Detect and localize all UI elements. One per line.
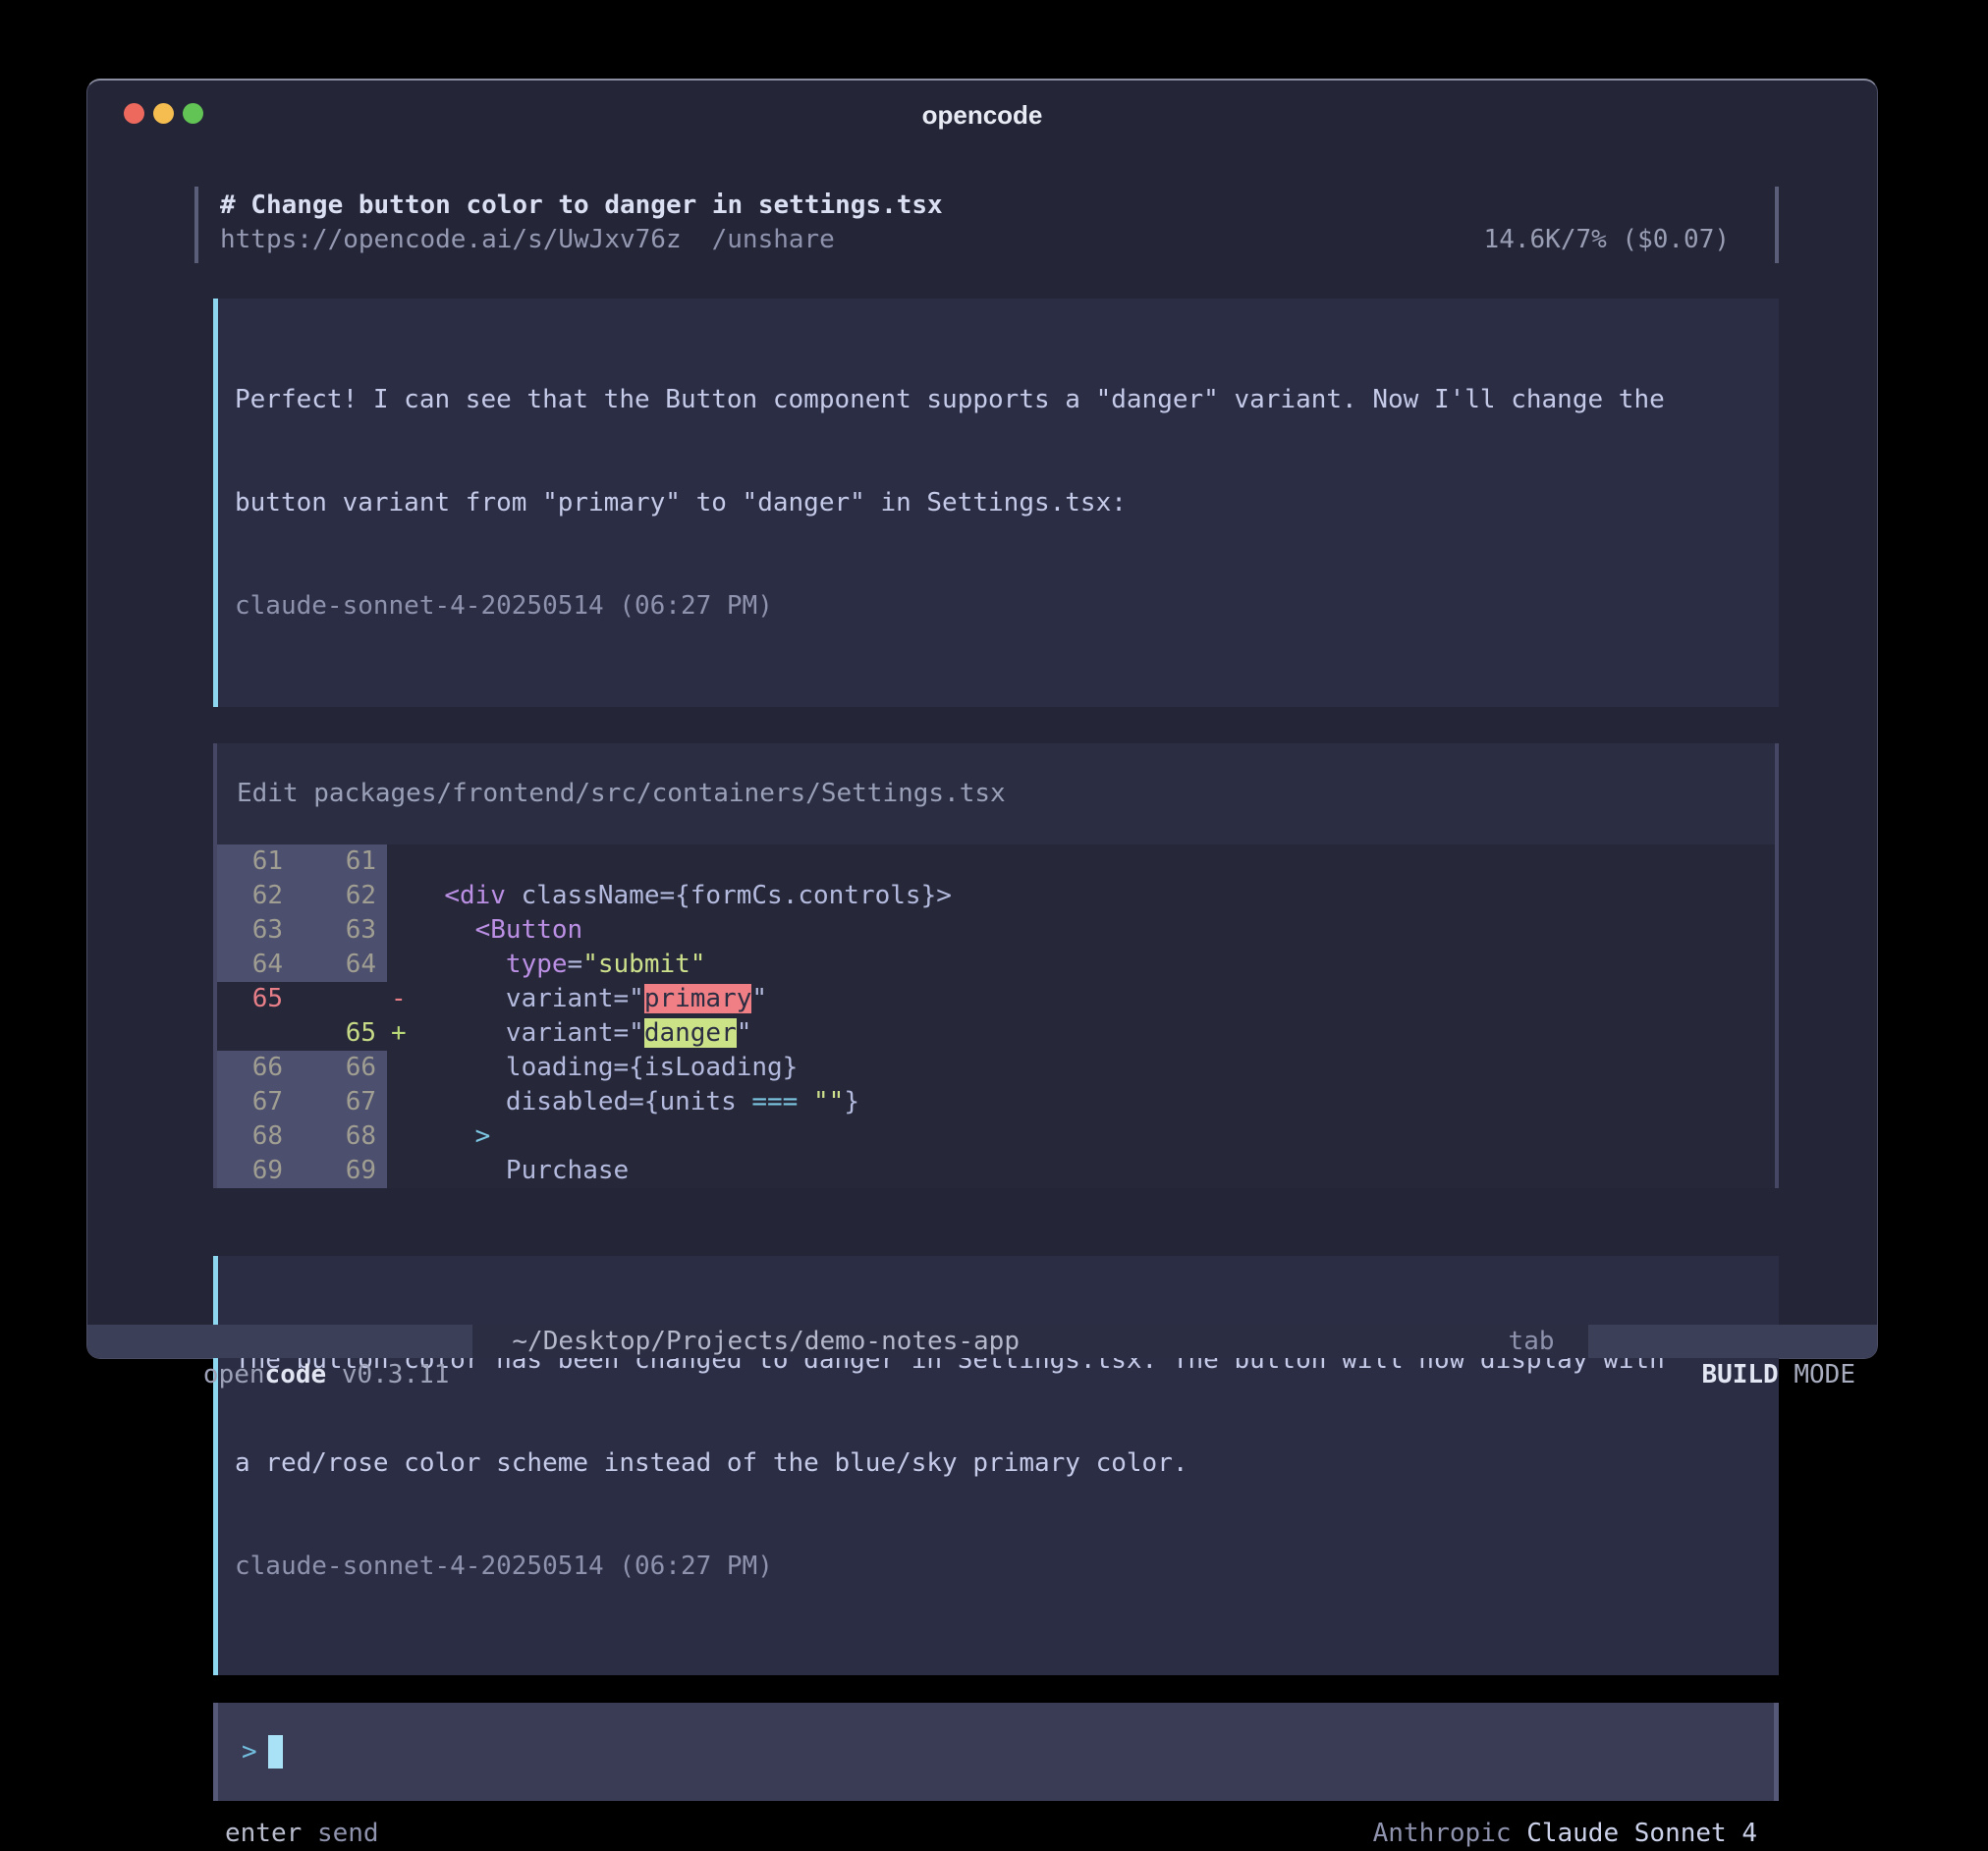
prompt-chevron-icon: >: [242, 1737, 257, 1767]
edit-tool-header: Edit packages/frontend/src/containers/Se…: [217, 743, 1775, 844]
diff-row: 6363 <Button: [217, 913, 1775, 948]
assistant-message: Perfect! I can see that the Button compo…: [213, 299, 1779, 707]
diff-change-marker: [387, 1085, 414, 1119]
diff-old-line-number: [217, 1016, 294, 1051]
diff-row: 6262 <div className={formCs.controls}>: [217, 879, 1775, 913]
opencode-terminal-window: opencode # Change button color to danger…: [86, 79, 1878, 1359]
diff-change-marker: [387, 913, 414, 948]
model-name: Claude Sonnet 4: [1526, 1817, 1757, 1851]
keybind-hints: enter send Anthropic Claude Sonnet 4: [194, 1817, 1779, 1851]
diff-new-line-number: 64: [294, 948, 387, 982]
diff-new-line-number: 67: [294, 1085, 387, 1119]
diff-old-line-number: 64: [217, 948, 294, 982]
token-usage-cost: 14.6K/7% ($0.07): [1484, 223, 1730, 257]
diff-row: 6161: [217, 844, 1775, 879]
diff-row: 6767 disabled={units === ""}: [217, 1085, 1775, 1119]
diff-change-marker: -: [387, 982, 414, 1016]
diff-code-line: variant="danger": [414, 1016, 1775, 1051]
message-line: Perfect! I can see that the Button compo…: [235, 383, 1759, 417]
diff-new-line-number: 65: [294, 1016, 387, 1051]
diff-new-line-number: 69: [294, 1154, 387, 1188]
diff-new-line-number: 68: [294, 1119, 387, 1154]
diff-old-line-number: 67: [217, 1085, 294, 1119]
diff-old-line-number: 62: [217, 879, 294, 913]
diff-row: 65+ variant="danger": [217, 1016, 1775, 1051]
diff-row: 6666 loading={isLoading}: [217, 1051, 1775, 1085]
diff-row: 65 - variant="primary": [217, 982, 1775, 1016]
diff-old-line-number: 68: [217, 1119, 294, 1154]
diff-row: 6868 >: [217, 1119, 1775, 1154]
edit-tool-block: Edit packages/frontend/src/containers/Se…: [213, 743, 1779, 1188]
app-name-code: code: [265, 1360, 327, 1389]
text-cursor: [268, 1735, 283, 1769]
provider-label: Anthropic: [1373, 1817, 1512, 1851]
mode-label: MODE: [1779, 1360, 1855, 1389]
diff-new-line-number: 61: [294, 844, 387, 879]
diff-code-line: [414, 844, 1775, 879]
message-line: a red/rose color scheme instead of the b…: [235, 1446, 1759, 1481]
prompt-input[interactable]: >: [213, 1703, 1779, 1801]
message-model-timestamp: claude-sonnet-4-20250514 (06:27 PM): [235, 1550, 1759, 1584]
enter-key-hint: enter: [225, 1817, 302, 1851]
message-line: button variant from "primary" to "danger…: [235, 486, 1759, 520]
diff-code-line: Purchase: [414, 1154, 1775, 1188]
unshare-command[interactable]: /unshare: [712, 223, 835, 257]
mode-value: BUILD: [1701, 1360, 1778, 1389]
session-content: # Change button color to danger in setti…: [194, 149, 1779, 1851]
enter-key-label: [302, 1817, 317, 1851]
diff-code-line: loading={isLoading}: [414, 1051, 1775, 1085]
diff-new-line-number: 63: [294, 913, 387, 948]
diff-old-line-number: 61: [217, 844, 294, 879]
send-label: send: [317, 1817, 379, 1851]
diff-row: 6969 Purchase: [217, 1154, 1775, 1188]
diff-change-marker: +: [387, 1016, 414, 1051]
diff-new-line-number: 62: [294, 879, 387, 913]
diff-change-marker: [387, 948, 414, 982]
share-url[interactable]: https://opencode.ai/s/UwJxv76z: [220, 223, 682, 257]
diff-view: 61616262 <div className={formCs.controls…: [217, 844, 1775, 1188]
mode-segment[interactable]: BUILD MODE: [1588, 1325, 1877, 1358]
app-name-open: open: [203, 1360, 265, 1389]
diff-new-line-number: 66: [294, 1051, 387, 1085]
window-title: opencode: [87, 100, 1877, 131]
diff-code-line: <Button: [414, 913, 1775, 948]
diff-row: 6464 type="submit": [217, 948, 1775, 982]
diff-change-marker: [387, 1154, 414, 1188]
working-directory: ~/Desktop/Projects/demo-notes-app: [512, 1325, 1020, 1358]
app-version-segment: opencode v0.3.11: [87, 1325, 472, 1358]
app-version: v0.3.11: [326, 1360, 449, 1389]
diff-old-line-number: 63: [217, 913, 294, 948]
diff-new-line-number: [294, 982, 387, 1016]
session-header: # Change button color to danger in setti…: [194, 187, 1779, 263]
titlebar[interactable]: opencode: [87, 81, 1877, 149]
diff-code-line: disabled={units === ""}: [414, 1085, 1775, 1119]
diff-change-marker: [387, 844, 414, 879]
diff-change-marker: [387, 1119, 414, 1154]
session-title: # Change button color to danger in setti…: [220, 189, 943, 223]
tab-key-hint: tab: [1509, 1325, 1555, 1358]
status-bar: opencode v0.3.11 ~/Desktop/Projects/demo…: [87, 1325, 1877, 1358]
diff-change-marker: [387, 1051, 414, 1085]
diff-change-marker: [387, 879, 414, 913]
diff-code-line: variant="primary": [414, 982, 1775, 1016]
diff-code-line: >: [414, 1119, 1775, 1154]
diff-old-line-number: 66: [217, 1051, 294, 1085]
message-model-timestamp: claude-sonnet-4-20250514 (06:27 PM): [235, 589, 1759, 624]
assistant-message: The button color has been changed to dan…: [213, 1256, 1779, 1675]
diff-code-line: type="submit": [414, 948, 1775, 982]
diff-old-line-number: 65: [217, 982, 294, 1016]
diff-old-line-number: 69: [217, 1154, 294, 1188]
diff-code-line: <div className={formCs.controls}>: [414, 879, 1775, 913]
